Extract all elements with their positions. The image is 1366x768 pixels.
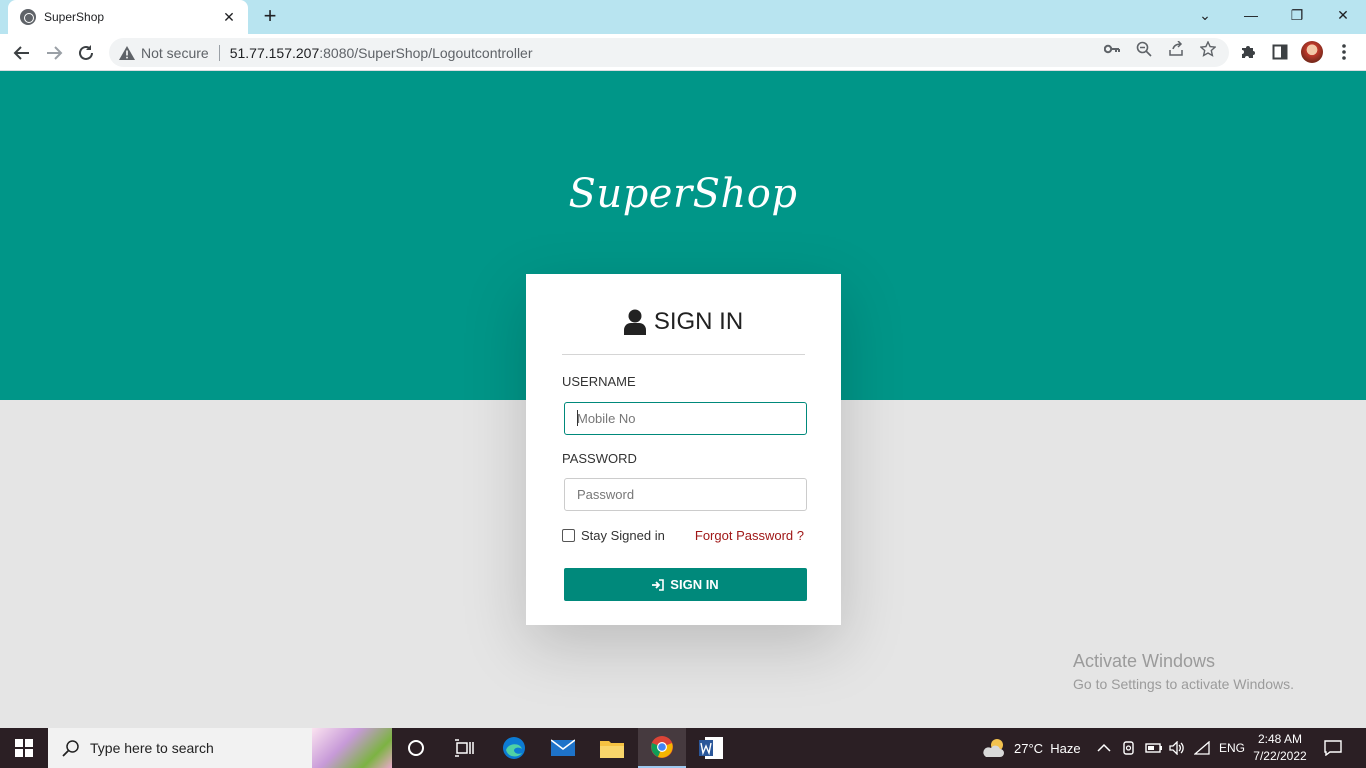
show-hidden-icons[interactable]	[1097, 728, 1111, 768]
activate-windows-watermark: Activate Windows Go to Settings to activ…	[1073, 651, 1294, 692]
browser-toolbar: Not secure 51.77.157.207 :8080/SuperShop…	[0, 34, 1366, 71]
profile-avatar[interactable]	[1301, 41, 1323, 63]
notifications-icon[interactable]	[1324, 728, 1342, 768]
mail-icon[interactable]	[539, 728, 587, 768]
url-host: 51.77.157.207	[229, 44, 320, 61]
card-divider	[562, 354, 805, 355]
username-label: USERNAME	[562, 374, 636, 389]
tab-search-icon[interactable]: ⌄	[1182, 0, 1228, 30]
user-icon	[623, 309, 646, 335]
clock-time: 2:48 AM	[1257, 732, 1303, 746]
menu-kebab-icon[interactable]	[1333, 41, 1355, 63]
stay-signed-in-label[interactable]: Stay Signed in	[581, 528, 665, 543]
search-icon	[62, 740, 79, 757]
new-tab-button[interactable]: +	[258, 4, 282, 28]
weather-text: 27°C Haze	[1014, 740, 1081, 756]
key-icon[interactable]	[1103, 41, 1121, 57]
side-panel-icon[interactable]	[1269, 41, 1291, 63]
search-highlight-art	[312, 728, 392, 768]
language-indicator[interactable]: ENG	[1219, 728, 1245, 768]
restore-icon[interactable]: ❐	[1274, 0, 1320, 30]
minimize-icon[interactable]: —	[1228, 0, 1274, 30]
password-label: PASSWORD	[562, 451, 637, 466]
text-caret	[577, 410, 578, 426]
start-button[interactable]	[0, 728, 48, 768]
weather-cloud-moon-icon	[983, 739, 1004, 757]
task-view-icon[interactable]	[440, 728, 488, 768]
forward-icon[interactable]	[40, 39, 68, 67]
share-icon[interactable]	[1167, 41, 1185, 57]
edge-browser-icon[interactable]	[490, 728, 538, 768]
search-placeholder: Type here to search	[90, 740, 214, 756]
url-path: :8080/SuperShop/Logoutcontroller	[319, 44, 533, 61]
file-explorer-icon[interactable]	[588, 728, 636, 768]
reload-icon[interactable]	[72, 39, 100, 67]
card-title: SIGN IN	[653, 308, 744, 335]
meet-now-icon[interactable]	[1121, 728, 1137, 768]
forgot-password-link[interactable]: Forgot Password ?	[695, 528, 804, 543]
tab-title: SuperShop	[44, 10, 105, 24]
windows-taskbar: Type here to search 27°C Haze ENG 2:48 A…	[0, 728, 1366, 768]
windows-logo-icon	[15, 739, 33, 757]
sign-in-button[interactable]: SIGN IN	[564, 568, 807, 601]
watermark-subtitle: Go to Settings to activate Windows.	[1073, 676, 1294, 692]
sign-in-icon	[652, 578, 665, 591]
browser-tab[interactable]: SuperShop ✕	[8, 0, 248, 34]
tab-close-icon[interactable]: ✕	[220, 9, 238, 26]
word-icon[interactable]	[687, 728, 735, 768]
extensions-icon[interactable]	[1237, 41, 1259, 63]
cortana-icon[interactable]	[392, 728, 440, 768]
close-window-icon[interactable]: ✕	[1320, 0, 1366, 30]
weather-widget[interactable]: 27°C Haze	[982, 728, 1081, 768]
zoom-icon[interactable]	[1135, 41, 1153, 57]
stay-signed-in-checkbox[interactable]	[562, 529, 575, 542]
wifi-icon[interactable]	[1194, 728, 1210, 768]
address-bar[interactable]: Not secure 51.77.157.207 :8080/SuperShop…	[109, 38, 1229, 67]
stay-signed-in: Stay Signed in	[562, 528, 665, 543]
taskbar-clock[interactable]: 2:48 AM 7/22/2022	[1248, 731, 1312, 765]
battery-icon[interactable]	[1145, 728, 1163, 768]
browser-tab-strip: SuperShop ✕ + ⌄ — ❐ ✕	[0, 0, 1366, 34]
login-card: SIGN IN USERNAME PASSWORD Stay Signed in…	[526, 274, 841, 625]
warning-icon	[119, 45, 135, 60]
volume-icon[interactable]	[1169, 728, 1185, 768]
clock-date: 7/22/2022	[1253, 749, 1307, 763]
watermark-title: Activate Windows	[1073, 651, 1216, 671]
page-viewport: SuperShop SIGN IN USERNAME PASSWORD Stay…	[0, 71, 1366, 728]
chrome-icon[interactable]	[638, 728, 686, 768]
globe-icon	[20, 9, 36, 25]
security-label[interactable]: Not secure	[141, 45, 209, 61]
password-input[interactable]	[564, 478, 807, 511]
bookmark-star-icon[interactable]	[1199, 41, 1217, 57]
omnibox-divider	[218, 44, 220, 61]
taskbar-search[interactable]: Type here to search	[48, 728, 392, 768]
username-input[interactable]	[564, 402, 807, 435]
sign-in-button-label: SIGN IN	[670, 577, 719, 592]
back-icon[interactable]	[8, 39, 36, 67]
card-header: SIGN IN	[562, 308, 805, 336]
brand-logo: SuperShop	[568, 171, 798, 217]
